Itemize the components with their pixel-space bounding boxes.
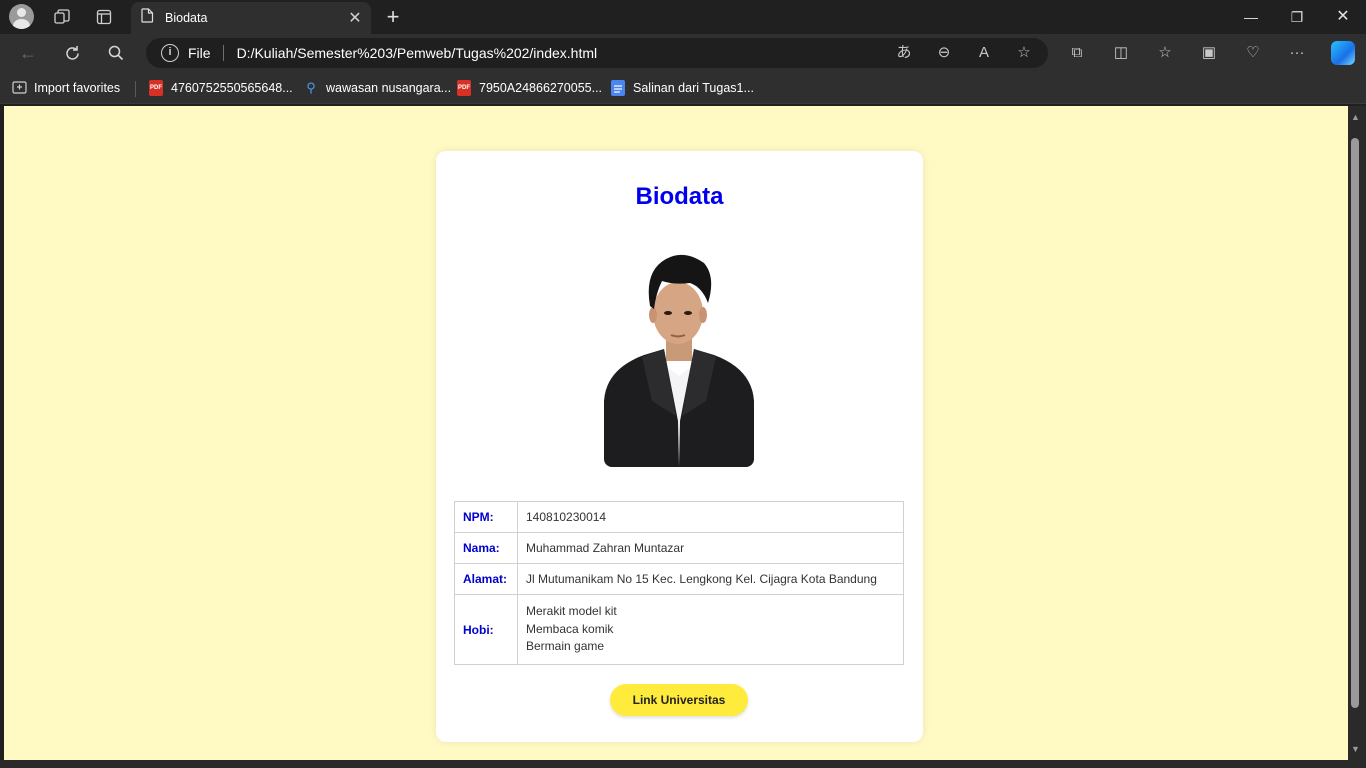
bookmark-search[interactable]: ⚲ wawasan nusangara... (304, 80, 451, 96)
tab-bar: Biodata ✕ + — ❐ ✕ (0, 0, 1366, 34)
bookmark-pdf-1[interactable]: PDF 4760752550565648... (149, 80, 293, 96)
browser-toolbar: ← i File D:/Kuliah/Semester%203/Pemweb/T… (0, 34, 1366, 72)
table-row: Hobi: Merakit model kit Membaca komik Be… (454, 594, 904, 665)
bookmark-doc[interactable]: Salinan dari Tugas1... (611, 80, 754, 96)
biodata-card: Biodata NPM: 140810230014 Nama: Muhammad… (436, 151, 923, 742)
window-close-icon[interactable]: ✕ (1328, 5, 1358, 29)
page-viewport: Biodata NPM: 140810230014 Nama: Muhammad… (4, 106, 1348, 760)
site-info-icon[interactable]: i (161, 44, 179, 62)
address-divider (222, 45, 224, 61)
profile-avatar-icon[interactable] (9, 4, 34, 29)
hobi-item: Membaca komik (526, 621, 614, 636)
zoom-out-icon[interactable]: ⊖ (932, 44, 956, 62)
tab-biodata[interactable]: Biodata ✕ (131, 2, 371, 34)
address-bar[interactable]: i File D:/Kuliah/Semester%203/Pemweb/Tug… (146, 38, 1048, 68)
google-docs-icon (611, 80, 625, 96)
restore-icon[interactable]: ❐ (1282, 5, 1312, 29)
page-icon (141, 8, 154, 28)
hobi-label: Hobi: (454, 594, 518, 665)
alamat-label: Alamat: (454, 563, 518, 595)
scroll-down-icon[interactable]: ▼ (1351, 744, 1360, 754)
scrollbar-thumb[interactable] (1351, 138, 1359, 708)
alamat-value: Jl Mutumanikam No 15 Kec. Lengkong Kel. … (517, 563, 904, 595)
pdf-icon: PDF (457, 80, 471, 96)
hobi-item: Bermain game (526, 639, 605, 654)
address-url[interactable]: D:/Kuliah/Semester%203/Pemweb/Tugas%202/… (237, 45, 598, 61)
address-scheme: File (188, 45, 211, 61)
favorites-bar: Import favorites PDF 4760752550565648...… (0, 72, 1366, 104)
copilot-icon[interactable] (1331, 41, 1355, 65)
table-row: NPM: 140810230014 (454, 501, 904, 533)
scroll-up-icon[interactable]: ▲ (1351, 112, 1360, 122)
bookmark-label: 4760752550565648... (171, 81, 293, 95)
tab-title: Biodata (165, 11, 208, 25)
more-menu-icon[interactable]: ··· (1285, 44, 1309, 62)
bookmark-label: wawasan nusangara... (326, 81, 452, 95)
bookmark-divider (135, 81, 136, 97)
workspaces-icon[interactable] (50, 5, 74, 29)
bookmark-import-favorites[interactable]: Import favorites (12, 80, 120, 96)
table-row: Alamat: Jl Mutumanikam No 15 Kec. Lengko… (454, 563, 904, 595)
bookmark-pdf-2[interactable]: PDF 7950A24866270055... (457, 80, 602, 96)
new-tab-icon[interactable]: + (381, 5, 405, 29)
biodata-table: NPM: 140810230014 Nama: Muhammad Zahran … (454, 501, 904, 665)
favorites-icon[interactable]: ☆ (1153, 44, 1177, 62)
page-title: Biodata (635, 183, 724, 210)
translate-icon[interactable]: あ (892, 44, 916, 62)
back-icon[interactable]: ← (16, 41, 40, 65)
nama-label: Nama: (454, 532, 518, 564)
hobi-value: Merakit model kit Membaca komik Bermain … (517, 594, 904, 665)
import-favorites-icon (12, 80, 27, 96)
bookmark-label: 7950A24866270055... (479, 81, 603, 95)
tab-actions-icon[interactable] (92, 5, 116, 29)
profile-photo (604, 251, 754, 467)
browser-essentials-icon[interactable]: ♡ (1241, 44, 1265, 62)
table-row: Nama: Muhammad Zahran Muntazar (454, 532, 904, 564)
link-universitas-button[interactable]: Link Universitas (610, 684, 748, 716)
close-tab-icon[interactable]: ✕ (343, 8, 367, 28)
minimize-icon[interactable]: — (1236, 5, 1266, 29)
extensions-icon[interactable]: ⧉ (1065, 44, 1089, 62)
search-icon: ⚲ (306, 80, 316, 95)
search-icon[interactable] (104, 41, 128, 65)
favorite-star-icon[interactable]: ☆ (1012, 44, 1036, 62)
nama-value: Muhammad Zahran Muntazar (517, 532, 904, 564)
npm-value: 140810230014 (517, 501, 904, 533)
split-screen-icon[interactable]: ◫ (1109, 44, 1133, 62)
bookmark-label: Import favorites (34, 81, 121, 95)
refresh-icon[interactable] (60, 41, 84, 65)
collections-icon[interactable]: ▣ (1197, 44, 1221, 62)
hobi-item: Merakit model kit (526, 604, 617, 619)
pdf-icon: PDF (149, 80, 163, 96)
window-bottom-edge (0, 760, 1366, 768)
read-aloud-icon[interactable]: A (972, 44, 996, 62)
bookmark-label: Salinan dari Tugas1... (633, 81, 754, 95)
npm-label: NPM: (454, 501, 518, 533)
